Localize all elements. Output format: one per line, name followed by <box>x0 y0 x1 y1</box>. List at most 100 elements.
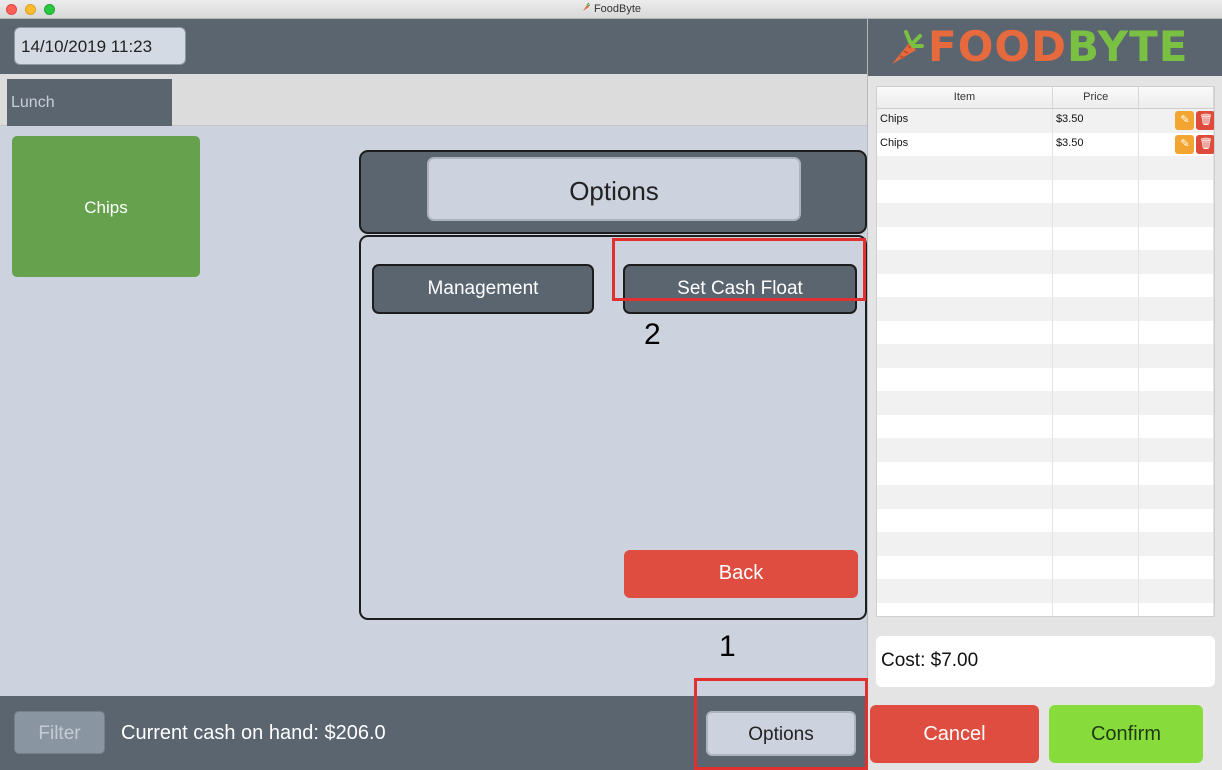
cost-total: Cost: $7.00 <box>876 636 1215 687</box>
cell-empty <box>877 179 1053 203</box>
tab-lunch[interactable]: Lunch <box>7 79 172 126</box>
cell-empty <box>877 532 1053 556</box>
foodbyte-window: FoodByte 14/10/2019 11:23 Lunch Chips Op… <box>0 0 1222 770</box>
cell-empty <box>1139 555 1214 579</box>
cell-empty <box>1053 391 1140 415</box>
pencil-icon[interactable]: ✎ <box>1175 111 1195 130</box>
cell-empty <box>1053 602 1140 616</box>
cell-empty <box>1053 414 1140 438</box>
table-row-empty <box>877 555 1214 579</box>
management-button[interactable]: Management <box>372 264 594 314</box>
cell-empty <box>1139 226 1214 250</box>
foodbyte-logo: FOODBYTE <box>928 22 1188 71</box>
cell-empty <box>877 367 1053 391</box>
cell-item: Chips <box>877 109 1053 133</box>
cell-empty <box>877 297 1053 321</box>
table-row-empty <box>877 438 1214 462</box>
carrot-icon <box>581 2 591 15</box>
cell-empty <box>1139 579 1214 603</box>
table-header: Item Price <box>877 87 1214 109</box>
cell-empty <box>1053 297 1140 321</box>
cell-empty <box>1053 461 1140 485</box>
cell-empty <box>1053 226 1140 250</box>
table-row-empty <box>877 461 1214 485</box>
filter-button[interactable]: Filter <box>14 711 105 754</box>
cell-empty <box>1139 532 1214 556</box>
trash-icon[interactable]: 🗑 <box>1196 111 1214 130</box>
cell-empty <box>1139 250 1214 274</box>
options-dialog-header: Options <box>359 150 867 234</box>
cell-empty <box>1053 250 1140 274</box>
cell-empty <box>877 391 1053 415</box>
cell-empty <box>1053 156 1140 180</box>
cell-actions: ✎ 🗑 <box>1139 132 1214 156</box>
confirm-button[interactable]: Confirm <box>1049 705 1203 763</box>
cell-item: Chips <box>877 132 1053 156</box>
cell-empty <box>1139 297 1214 321</box>
cell-empty <box>1053 508 1140 532</box>
cell-empty <box>1139 391 1214 415</box>
cell-empty <box>1139 320 1214 344</box>
table-row-empty <box>877 344 1214 368</box>
table-row[interactable]: Chips $3.50 ✎ 🗑 <box>877 132 1214 156</box>
cell-empty <box>1053 179 1140 203</box>
pencil-icon[interactable]: ✎ <box>1175 134 1195 154</box>
column-header-price[interactable]: Price <box>1053 87 1140 108</box>
annotation-highlight-set-cash-float <box>612 238 866 301</box>
trash-icon[interactable]: 🗑 <box>1196 134 1214 154</box>
category-tab-bar: Lunch <box>0 74 867 126</box>
table-row-empty <box>877 250 1214 274</box>
cell-empty <box>1139 156 1214 180</box>
column-header-actions <box>1139 87 1214 108</box>
table-row-empty <box>877 532 1214 556</box>
cell-empty <box>877 485 1053 509</box>
table-row-empty <box>877 485 1214 509</box>
table-row[interactable]: Chips $3.50 ✎ 🗑 <box>877 109 1214 133</box>
table-row-empty <box>877 273 1214 297</box>
cell-empty <box>1139 508 1214 532</box>
table-row-empty <box>877 391 1214 415</box>
cell-actions: ✎ 🗑 <box>1139 109 1214 133</box>
table-row-empty <box>877 414 1214 438</box>
cell-empty <box>877 320 1053 344</box>
cell-price: $3.50 <box>1053 109 1140 133</box>
cell-empty <box>1139 344 1214 368</box>
cell-empty <box>1139 179 1214 203</box>
cell-price: $3.50 <box>1053 132 1140 156</box>
cell-empty <box>877 273 1053 297</box>
logo-food-text: FOOD <box>928 22 1067 71</box>
cancel-button[interactable]: Cancel <box>870 705 1039 763</box>
back-button[interactable]: Back <box>624 550 858 598</box>
cell-empty <box>877 555 1053 579</box>
table-row-empty <box>877 179 1214 203</box>
table-row-empty <box>877 203 1214 227</box>
cell-empty <box>1053 203 1140 227</box>
cash-on-hand-label: Current cash on hand: $206.0 <box>121 722 386 744</box>
top-bar: 14/10/2019 11:23 <box>0 19 867 74</box>
cell-empty <box>877 414 1053 438</box>
column-header-item[interactable]: Item <box>877 87 1053 108</box>
cell-empty <box>1139 485 1214 509</box>
cell-empty <box>1053 344 1140 368</box>
cell-empty <box>1053 485 1140 509</box>
annotation-highlight-options <box>694 678 868 770</box>
table-row-empty <box>877 320 1214 344</box>
cell-empty <box>1139 414 1214 438</box>
cell-empty <box>1139 438 1214 462</box>
main-area: 14/10/2019 11:23 Lunch Chips Options Man… <box>0 19 867 770</box>
table-row-empty <box>877 297 1214 321</box>
window-title-text: FoodByte <box>593 3 642 15</box>
window-title: FoodByte <box>0 2 1222 15</box>
cell-empty <box>1053 532 1140 556</box>
cell-empty <box>877 250 1053 274</box>
table-row-empty <box>877 602 1214 616</box>
menu-item-chips[interactable]: Chips <box>12 136 200 277</box>
cell-empty <box>877 203 1053 227</box>
cell-empty <box>877 156 1053 180</box>
table-body: Chips $3.50 ✎ 🗑 Chips $3.50 ✎ 🗑 <box>877 109 1214 616</box>
options-dialog-title: Options <box>427 157 801 221</box>
logo-bar: FOODBYTE <box>868 19 1222 76</box>
annotation-step-1: 1 <box>719 630 736 663</box>
cell-empty <box>877 579 1053 603</box>
cell-empty <box>877 344 1053 368</box>
